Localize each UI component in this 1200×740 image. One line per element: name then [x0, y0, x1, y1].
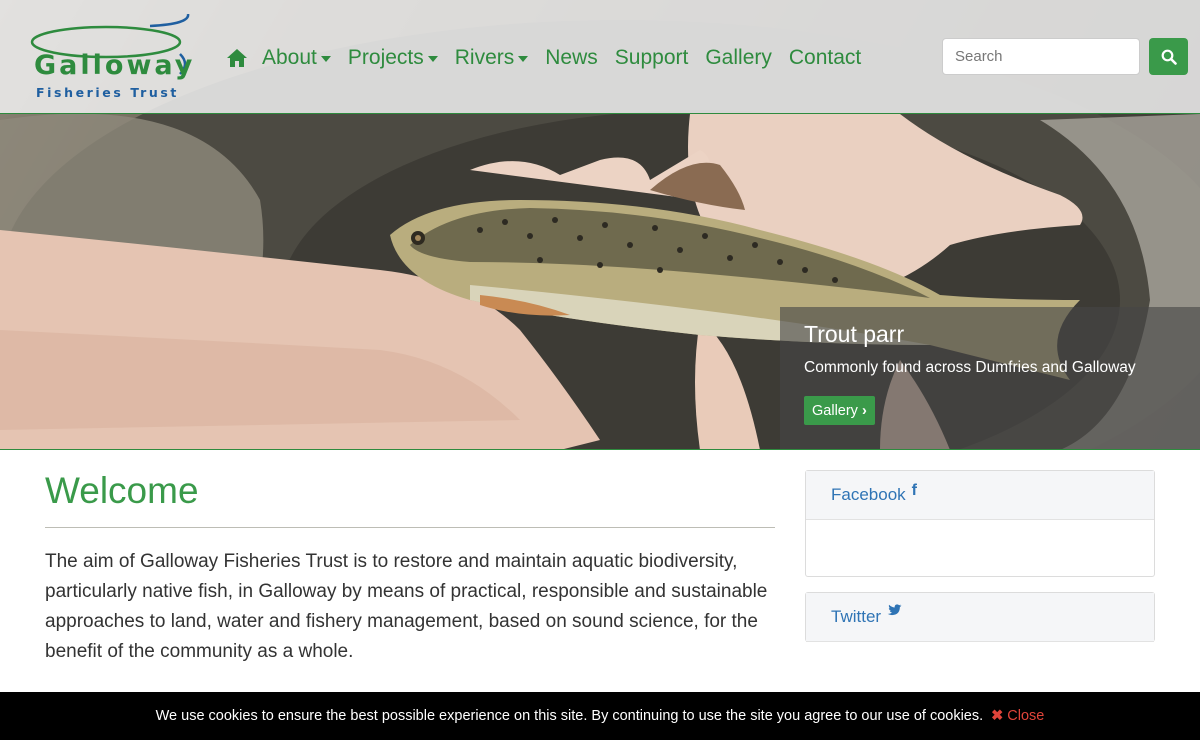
main-nav: About Projects Rivers News Support Galle…: [226, 42, 878, 74]
nav-gallery-label: Gallery: [705, 46, 772, 69]
cookie-banner: We use cookies to ensure the best possib…: [0, 692, 1200, 740]
facebook-card-header[interactable]: Facebook f: [806, 471, 1154, 520]
twitter-label: Twitter: [831, 607, 882, 626]
caption-text: Commonly found across Dumfries and Gallo…: [804, 359, 1136, 376]
intro-paragraph: The aim of Galloway Fisheries Trust is t…: [45, 551, 768, 662]
twitter-card-header[interactable]: Twitter: [806, 593, 1154, 642]
logo-tagline: Fisheries Trust: [36, 85, 179, 100]
twitter-icon: [887, 604, 902, 622]
nav-projects-label: Projects: [347, 46, 424, 69]
caption-gallery-button[interactable]: Gallery ›: [804, 396, 875, 425]
page-title: Welcome: [45, 470, 199, 511]
page: Trout parr Commonly found across Dumfrie…: [0, 0, 1200, 740]
site-logo[interactable]: Galloway Fisheries Trust: [30, 14, 195, 102]
nav-support[interactable]: Support: [615, 46, 689, 70]
cookie-close-button[interactable]: ✖ Close: [991, 708, 1044, 724]
caption-gallery-label: Gallery: [812, 402, 858, 419]
home-icon[interactable]: [226, 47, 248, 69]
caption-title: Trout parr: [804, 321, 905, 347]
nav-support-label: Support: [614, 46, 689, 69]
cookie-text: We use cookies to ensure the best possib…: [155, 708, 984, 724]
logo-name: Galloway: [34, 50, 196, 81]
search-input[interactable]: [942, 38, 1140, 75]
nav-rivers[interactable]: Rivers: [455, 46, 529, 70]
carousel-caption: Trout parr Commonly found across Dumfrie…: [780, 307, 1200, 449]
nav-gallery[interactable]: Gallery: [705, 46, 772, 70]
close-icon: ✖: [991, 708, 1004, 724]
facebook-card: Facebook f: [805, 470, 1155, 577]
twitter-card: Twitter: [805, 592, 1155, 642]
search-button[interactable]: [1149, 38, 1188, 75]
facebook-icon: f: [911, 482, 917, 499]
nav-contact-label: Contact: [788, 46, 862, 69]
nav-contact[interactable]: Contact: [789, 46, 861, 70]
nav-about[interactable]: About: [262, 46, 331, 70]
nav-news-label: News: [545, 46, 598, 69]
nav-news[interactable]: News: [545, 46, 598, 70]
caret-down-icon: [427, 56, 438, 62]
divider: [45, 527, 775, 528]
navbar: Galloway Fisheries Trust About Projects …: [0, 0, 1200, 114]
nav-rivers-label: Rivers: [454, 46, 515, 69]
caret-down-icon: [518, 56, 529, 62]
caret-down-icon: [320, 56, 331, 62]
nav-projects[interactable]: Projects: [348, 46, 438, 70]
search-icon: [1161, 49, 1177, 65]
chevron-right-icon: ›: [861, 402, 867, 419]
facebook-label: Facebook: [831, 485, 906, 504]
cookie-close-label: Close: [1007, 708, 1045, 724]
nav-about-label: About: [262, 46, 317, 69]
